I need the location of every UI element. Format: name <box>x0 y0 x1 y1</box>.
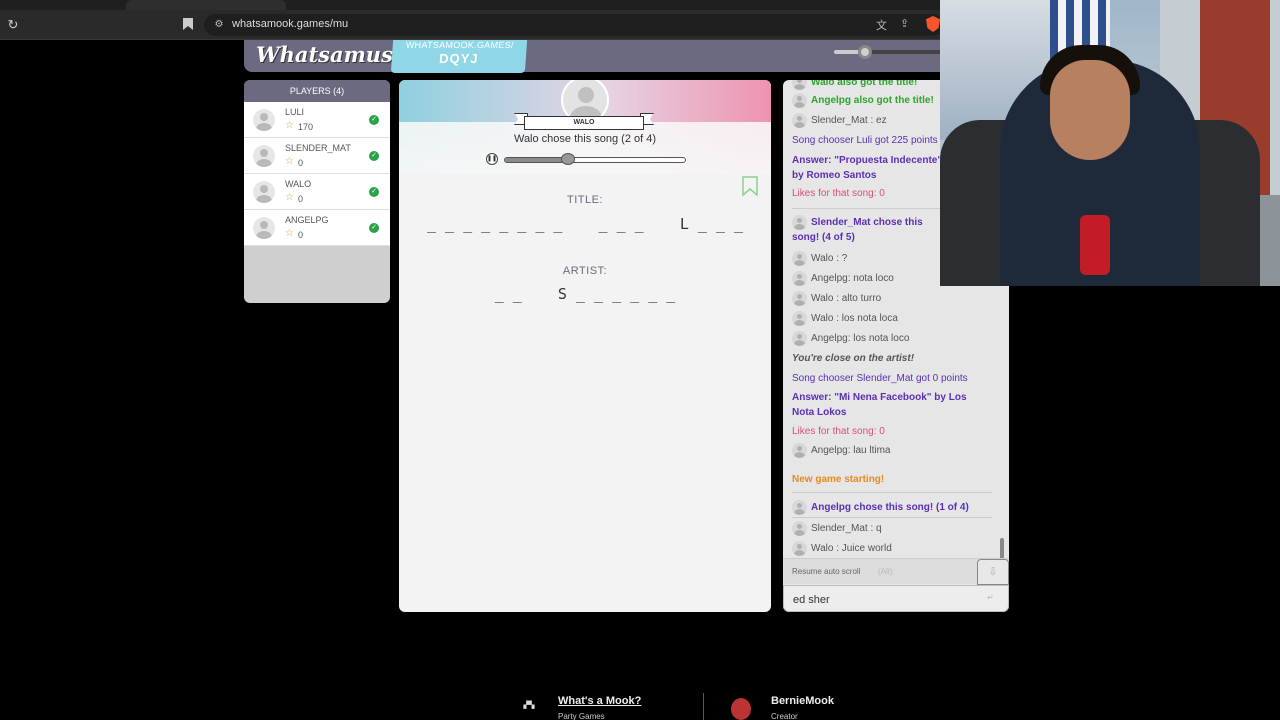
pause-icon[interactable]: ❚❚ <box>486 153 498 165</box>
resume-shortcut-hint: (Alt) <box>878 567 893 576</box>
chat-message: Slender_Mat chose this song! (4 of 5) <box>792 215 947 245</box>
creator-subtitle: Creator <box>771 712 798 720</box>
player-points: 0 <box>298 158 304 168</box>
chat-message: Walo : alto turro <box>792 291 992 306</box>
chooser-name: WALO <box>524 116 644 130</box>
address-url[interactable]: whatsamook.games/mu <box>232 18 348 30</box>
room-code: DQYJ <box>438 51 480 66</box>
chat-message: Slender_Mat : q <box>792 521 992 536</box>
title-label: TITLE: <box>566 194 603 206</box>
star-icon: ☆ <box>285 228 294 239</box>
player-avatar <box>253 145 275 167</box>
player-row: ANGELPG ☆ 0 ✓ <box>244 210 390 246</box>
player-row: SLENDER_MAT ☆ 0 ✓ <box>244 138 390 174</box>
check-icon: ✓ <box>369 187 379 197</box>
whats-a-mook-link[interactable]: What's a Mook? <box>558 695 641 707</box>
chat-message: Angelpg: lau ltima <box>792 443 992 458</box>
room-code-badge[interactable]: WHATSAMOOK.GAMES/ DQYJ <box>390 40 528 73</box>
chat-message: Angelpg chose this song! (1 of 4) <box>792 500 992 515</box>
creator-avatar[interactable] <box>731 698 751 720</box>
players-title: PLAYERS (4) <box>244 80 390 102</box>
game-area: WALO Walo chose this song (2 of 4) ❚❚ TI… <box>399 80 771 612</box>
send-icon[interactable]: ↵ <box>987 593 994 602</box>
chat-message: You're close on the artist! <box>792 353 915 364</box>
title-blanks: _ _ _ _ _ _ _ _ _ _ _ L _ _ _ <box>426 215 744 233</box>
check-icon: ✓ <box>369 151 379 161</box>
reload-icon[interactable]: ↻ <box>4 16 22 34</box>
chose-song-text: Walo chose this song (2 of 4) <box>513 133 657 145</box>
resume-auto-scroll-label[interactable]: Resume auto scroll <box>792 567 860 576</box>
address-bar[interactable]: ⚙ whatsamook.games/mu 文 ⇪ <box>204 14 944 36</box>
song-progress-bar[interactable] <box>504 157 686 163</box>
footer-divider <box>703 693 704 720</box>
chat-message: Walo : Juice world <box>792 541 992 556</box>
chat-input-value[interactable]: ed sher <box>793 594 830 606</box>
site-settings-icon[interactable]: ⚙ <box>212 18 226 32</box>
check-icon: ✓ <box>369 115 379 125</box>
player-points: 0 <box>298 230 304 240</box>
chat-scrollbar[interactable] <box>1000 538 1004 560</box>
cam-face <box>1050 60 1130 160</box>
screen: ↻ ⚙ whatsamook.games/mu 文 ⇪ Whatsamusic … <box>0 0 1280 720</box>
player-points: 170 <box>298 122 314 132</box>
chat-message: Likes for that song: 0 <box>792 426 885 437</box>
star-icon: ☆ <box>285 192 294 203</box>
chat-input[interactable]: ed sher ↵ <box>783 585 1009 612</box>
chat-divider <box>792 517 992 518</box>
chat-message: Answer: "Mi Nena Facebook" by Los Nota L… <box>792 392 967 418</box>
player-avatar <box>253 109 275 131</box>
site-logo[interactable]: Whatsamusic <box>256 42 414 67</box>
browser-tab[interactable] <box>0 0 120 10</box>
volume-slider-track[interactable] <box>834 50 944 54</box>
share-icon[interactable]: ⇪ <box>900 17 916 33</box>
check-icon: ✓ <box>369 223 379 233</box>
webcam-overlay <box>940 0 1280 286</box>
player-name: WALO <box>285 179 312 189</box>
mook-subtitle: Party Games <box>558 712 605 720</box>
chat-divider <box>792 492 992 493</box>
chat-message: Angelpg: los nota loco <box>792 331 992 346</box>
song-progress-knob[interactable] <box>560 153 575 165</box>
volume-slider-knob[interactable] <box>857 45 872 59</box>
star-icon: ☆ <box>285 120 294 131</box>
player-avatar <box>253 217 275 239</box>
chat-message: Answer: "Propuesta Indecente" by Romeo S… <box>792 155 943 181</box>
scroll-down-button[interactable]: ⇩ <box>977 559 1009 585</box>
game-header: Whatsamusic WHATSAMOOK.GAMES/ DQYJ <box>244 40 1008 73</box>
star-icon: ☆ <box>285 156 294 167</box>
resume-auto-scroll[interactable]: Resume auto scroll (Alt) ⇩ <box>783 558 1009 585</box>
bookmark-icon[interactable] <box>182 17 196 33</box>
translate-icon[interactable]: 文 <box>876 17 892 33</box>
players-panel: PLAYERS (4) LULI ☆ 170 ✓ SLENDER_MAT ☆ 0… <box>244 80 390 303</box>
artist-label: ARTIST: <box>562 265 608 277</box>
player-name: ANGELPG <box>285 215 329 225</box>
player-row: LULI ☆ 170 ✓ <box>244 102 390 138</box>
player-name: SLENDER_MAT <box>285 143 351 153</box>
chat-message: Song chooser Slender_Mat got 0 points <box>792 373 968 384</box>
creator-name[interactable]: BernieMook <box>771 695 834 707</box>
player-row: WALO ☆ 0 ✓ <box>244 174 390 210</box>
player-name: LULI <box>285 107 305 117</box>
browser-tab-active[interactable] <box>126 0 286 10</box>
mook-logo-icon[interactable]: ▞▚ <box>519 702 539 720</box>
song-progress-fill <box>505 158 568 162</box>
bookmark-song-icon[interactable] <box>741 176 759 197</box>
artist-blanks: _ _ S _ _ _ _ _ _ <box>494 285 676 303</box>
browser-tab[interactable] <box>292 0 462 10</box>
room-code-label: WHATSAMOOK.GAMES/ <box>405 40 515 50</box>
player-avatar <box>253 181 275 203</box>
cam-microphone <box>1080 215 1110 275</box>
chat-message: New game starting! <box>792 474 885 485</box>
player-points: 0 <box>298 194 304 204</box>
chat-message: Walo : los nota loca <box>792 311 992 326</box>
